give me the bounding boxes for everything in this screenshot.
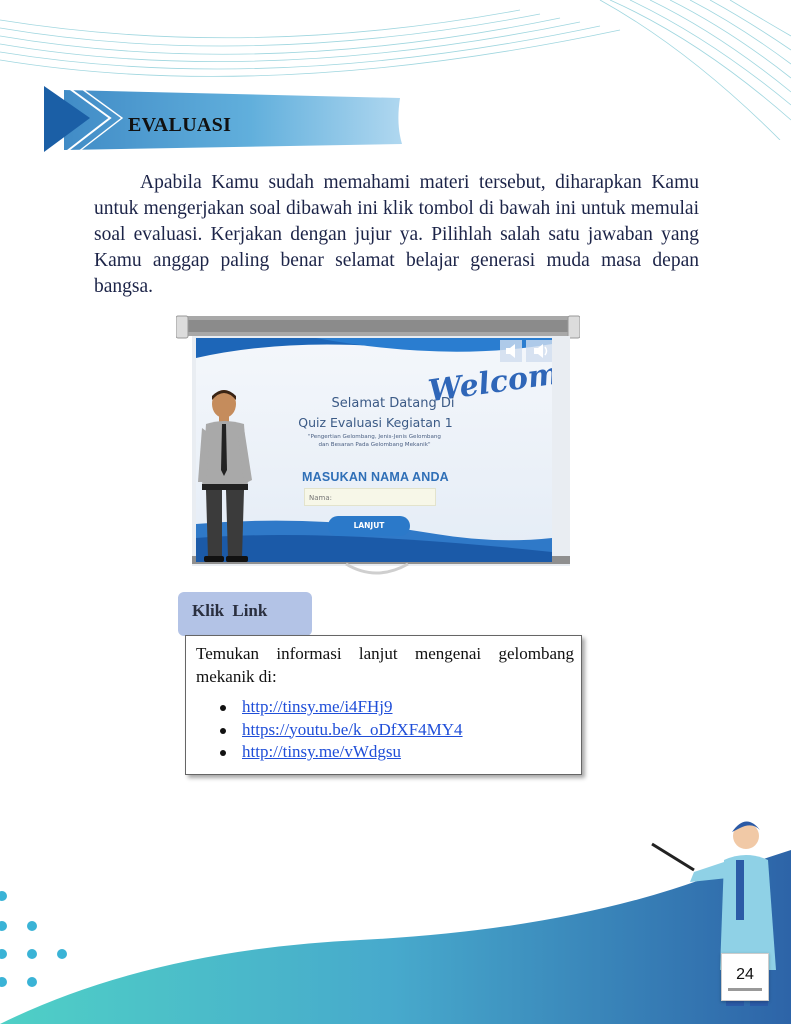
intro-text: Apabila Kamu sudah memahami materi terse… [94, 172, 699, 297]
link-1[interactable]: http://tinsy.me/i4FHj9 [242, 697, 393, 716]
quiz-subtitle: "Pengertian Gelombang, Jenis-Jenis Gelom… [282, 433, 467, 449]
quiz-title-line2: Quiz Evaluasi Kegiatan 1 [298, 415, 453, 430]
link-3[interactable]: http://tinsy.me/vWdgsu [242, 742, 401, 761]
quiz-subtitle-line1: "Pengertian Gelombang, Jenis-Jenis Gelom… [308, 434, 441, 440]
businessman-illustration [198, 390, 252, 562]
link-tab-label: Klik Link [192, 601, 268, 620]
bottom-wave-decoration [0, 821, 791, 1024]
quiz-screen[interactable]: Welcome Selamat Datang Di Quiz Evaluasi … [196, 338, 552, 562]
link-2[interactable]: https://youtu.be/k_oDfXF4MY4 [242, 720, 463, 739]
section-heading: EVALUASI [128, 114, 232, 136]
list-item: http://tinsy.me/vWdgsu [216, 741, 463, 764]
quiz-title-line1: Selamat Datang Di [331, 396, 455, 411]
list-item: http://tinsy.me/i4FHj9 [216, 696, 463, 719]
list-item: https://youtu.be/k_oDfXF4MY4 [216, 719, 463, 742]
bullet-dot-icon [220, 705, 226, 711]
bullet-dot-icon [220, 727, 226, 734]
next-button[interactable]: LANJUT [328, 516, 410, 536]
speaker-icon[interactable] [504, 342, 522, 360]
link-list: http://tinsy.me/i4FHj9 https://youtu.be/… [216, 696, 463, 764]
bullet-dot-icon [220, 750, 226, 756]
link-box-description: Temukan informasi lanjut mengenai gelomb… [196, 644, 574, 686]
page-number-box: 24 [721, 953, 769, 1001]
name-input[interactable]: Nama: [304, 488, 436, 506]
page-number: 24 [736, 966, 754, 983]
intro-paragraph: Apabila Kamu sudah memahami materi terse… [94, 170, 699, 300]
link-box: Temukan informasi lanjut mengenai gelomb… [185, 635, 582, 775]
name-label: MASUKAN NAMA ANDA [302, 470, 449, 484]
page-number-underline [728, 988, 762, 991]
quiz-subtitle-line2: dan Besaran Pada Gelombang Mekanik" [318, 442, 431, 448]
